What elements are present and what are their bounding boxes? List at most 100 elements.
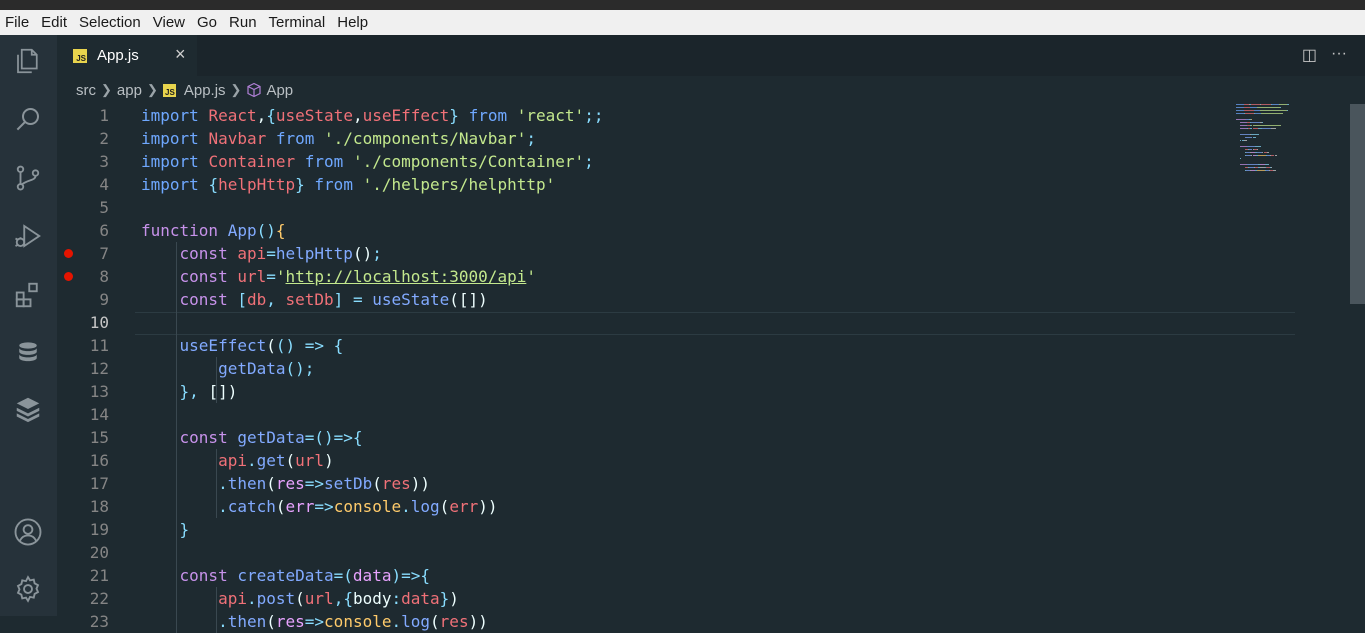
close-icon[interactable]: ×	[175, 44, 186, 65]
menu-view[interactable]: View	[147, 10, 191, 35]
code-line[interactable]: 9 const [db, setDb] = useState([])	[57, 288, 1237, 311]
code-line[interactable]: 14	[57, 403, 1237, 426]
run-debug-icon[interactable]	[12, 220, 44, 252]
code-line[interactable]: 7 const api=helpHttp();	[57, 242, 1237, 265]
line-number: 14	[89, 405, 109, 424]
tab-app-js[interactable]: JS App.js ×	[57, 35, 197, 76]
breadcrumb-src[interactable]: src	[76, 82, 96, 99]
minimap-stroke	[1236, 104, 1244, 105]
menu-run[interactable]: Run	[223, 10, 263, 35]
code-text: const [db, setDb] = useState([])	[179, 290, 488, 309]
code-line[interactable]: 11 useEffect(() => {	[57, 334, 1237, 357]
menu-help[interactable]: Help	[331, 10, 374, 35]
vertical-scrollbar[interactable]	[1350, 104, 1365, 616]
minimap-stroke	[1256, 107, 1280, 108]
minimap-stroke	[1240, 134, 1251, 135]
minimap-stroke	[1271, 128, 1276, 129]
code-line[interactable]: 8 const url='http://localhost:3000/api'	[57, 265, 1237, 288]
code-line[interactable]: 10	[57, 311, 1237, 334]
explorer-icon[interactable]	[12, 45, 44, 77]
code-line[interactable]: 17 .then(res=>setDb(res))	[57, 472, 1237, 495]
breakpoint-icon[interactable]	[64, 272, 73, 281]
minimap-stroke	[1236, 113, 1244, 114]
minimap-stroke	[1243, 140, 1247, 141]
code-line[interactable]: 4 import {helpHttp} from './helpers/helph…	[57, 173, 1237, 196]
minimap-stroke	[1236, 155, 1245, 156]
source-control-icon[interactable]	[12, 162, 44, 194]
menu-file[interactable]: File	[0, 10, 35, 35]
tab-actions: ◫ ···	[1302, 45, 1347, 65]
line-number: 1	[99, 106, 109, 125]
code-text: const createData=(data)=>{	[179, 566, 430, 585]
code-line[interactable]: 15 const getData=()=>{	[57, 426, 1237, 449]
minimap-stroke	[1274, 155, 1277, 156]
line-number: 23	[89, 612, 109, 631]
breakpoint-icon[interactable]	[64, 249, 73, 258]
breadcrumb-file[interactable]: App.js	[184, 82, 226, 99]
minimap-stroke	[1262, 122, 1264, 123]
minimap-stroke	[1261, 104, 1272, 105]
code-text: import {helpHttp} from './helpers/helpht…	[141, 175, 556, 194]
minimap-stroke	[1251, 119, 1253, 120]
minimap-stroke	[1266, 152, 1269, 153]
code-line[interactable]: 22 api.post(url,{body:data})	[57, 587, 1237, 610]
database-icon[interactable]	[12, 337, 44, 369]
menu-terminal[interactable]: Terminal	[263, 10, 332, 35]
minimap-stroke	[1254, 113, 1262, 114]
minimap-stroke	[1240, 122, 1247, 123]
code-text: function App(){	[141, 221, 286, 240]
line-number: 8	[99, 267, 109, 286]
code-line[interactable]: 21 const createData=(data)=>{	[57, 564, 1237, 587]
scrollbar-thumb[interactable]	[1350, 104, 1365, 304]
code-text: }	[179, 520, 190, 539]
search-icon[interactable]	[12, 103, 44, 135]
layers-icon[interactable]	[12, 393, 44, 425]
minimap-stroke	[1236, 119, 1246, 120]
account-icon[interactable]	[12, 516, 44, 548]
code-line[interactable]: 1 import React,{useState,useEffect} from …	[57, 104, 1237, 127]
minimap-stroke	[1256, 149, 1258, 150]
code-line[interactable]: 18 .catch(err=>console.log(err))	[57, 495, 1237, 518]
minimap-stroke	[1240, 164, 1247, 165]
line-number: 4	[99, 175, 109, 194]
code-line[interactable]: 12 getData();	[57, 357, 1237, 380]
code-editor[interactable]: 1 import React,{useState,useEffect} from …	[57, 104, 1365, 633]
code-line[interactable]: 20	[57, 541, 1237, 564]
code-line[interactable]: 3 import Container from './components/Con…	[57, 150, 1237, 173]
breadcrumb-app[interactable]: app	[117, 82, 142, 99]
split-editor-icon[interactable]: ◫	[1302, 45, 1317, 65]
minimap-stroke	[1260, 110, 1287, 111]
minimap-stroke	[1271, 167, 1273, 168]
minimap-stroke	[1240, 146, 1247, 147]
code-line[interactable]: 13 }, [])	[57, 380, 1237, 403]
code-line[interactable]: 19 }	[57, 518, 1237, 541]
minimap-stroke	[1240, 158, 1242, 159]
menu-go[interactable]: Go	[191, 10, 223, 35]
symbol-cube-icon	[247, 82, 262, 98]
line-number: 6	[99, 221, 109, 240]
line-number: 15	[89, 428, 109, 447]
code-line[interactable]: 16 api.get(url)	[57, 449, 1237, 472]
line-number: 2	[99, 129, 109, 148]
code-line[interactable]: 5	[57, 196, 1237, 219]
code-line[interactable]: 2 import Navbar from './components/Navbar…	[57, 127, 1237, 150]
minimap-stroke	[1252, 125, 1280, 126]
minimap-stroke	[1280, 107, 1282, 108]
chevron-right-icon: ❯	[230, 82, 242, 97]
minimap-stroke	[1286, 110, 1288, 111]
minimap[interactable]	[1236, 104, 1348, 184]
menu-bar: File Edit Selection View Go Run Terminal…	[0, 10, 1365, 35]
minimap-stroke	[1236, 137, 1245, 138]
js-file-icon: JS	[73, 48, 87, 63]
breadcrumb-symbol[interactable]: App	[266, 82, 293, 99]
minimap-stroke	[1236, 170, 1245, 171]
more-actions-icon[interactable]: ···	[1331, 45, 1347, 65]
minimap-stroke	[1258, 155, 1266, 156]
code-text: const getData=()=>{	[179, 428, 363, 447]
settings-gear-icon[interactable]	[12, 573, 44, 605]
menu-selection[interactable]: Selection	[73, 10, 147, 35]
code-line[interactable]: 6 function App(){	[57, 219, 1237, 242]
code-line[interactable]: 23 .then(res=>console.log(res))	[57, 610, 1237, 633]
extensions-icon[interactable]	[12, 279, 44, 311]
menu-edit[interactable]: Edit	[35, 10, 73, 35]
